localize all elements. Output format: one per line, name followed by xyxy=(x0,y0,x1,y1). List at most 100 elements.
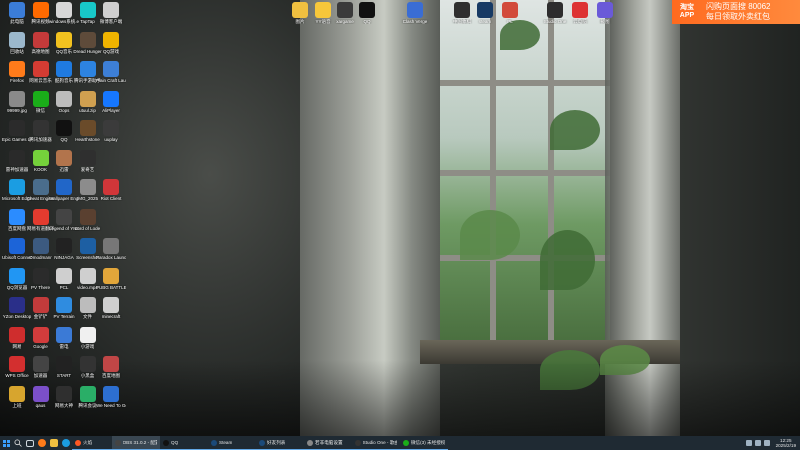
desktop-icon-label: 小游戏 xyxy=(80,343,95,349)
taskbar-app[interactable]: 火焰 xyxy=(72,436,112,450)
taskbar-app[interactable]: 微信(3) 未经授权 xyxy=(400,436,448,450)
desktop-icon[interactable]: minecraft xyxy=(96,297,126,319)
game-icon xyxy=(103,61,119,77)
taskbar-app-label: OBS 31.0.2 - 配置 xyxy=(122,439,157,445)
file-icon xyxy=(79,297,96,313)
taskbar-app-label: 好友列表 xyxy=(267,439,286,445)
desktop-icon-label: QQ xyxy=(363,19,371,24)
app-icon xyxy=(163,439,169,446)
ubisoft-icon xyxy=(9,238,25,254)
taskbar-pin-edge[interactable] xyxy=(60,436,72,450)
desktop-icon[interactable]: 小游戏 xyxy=(73,326,103,349)
desktop-icon-label: Paradox Launcher xyxy=(96,255,126,260)
game-icon xyxy=(79,61,96,77)
desktop-icon[interactable]: Clash Verge xyxy=(400,2,430,24)
app-icon xyxy=(355,439,361,446)
desktop-icon-label: uuplay xyxy=(104,137,118,142)
desktop-icon[interactable]: Paradox Launcher xyxy=(96,238,126,260)
clock-date: 2025/2/19 xyxy=(775,443,796,448)
app-icon xyxy=(103,385,119,402)
desktop-icon-label: Riot Client xyxy=(100,196,122,201)
image-icon xyxy=(79,179,96,195)
app-icon xyxy=(9,385,25,402)
desktop-icon-label: 微博客户端 xyxy=(99,19,123,24)
desktop-icon[interactable]: Lord of Lode xyxy=(73,208,103,231)
taskbar-app[interactable]: 好友列表 xyxy=(256,436,304,450)
epic-icon xyxy=(9,120,25,136)
desktop-icon[interactable]: We Need To Go xyxy=(96,385,126,408)
yy-icon xyxy=(315,2,331,18)
desktop-icon-label: 截图 xyxy=(600,19,610,24)
desktop-icon-label: QQ游戏 xyxy=(102,48,119,54)
kook-icon xyxy=(32,149,49,166)
taskbar: 火焰 OBS 31.0.2 - 配置 QQ Steam 好友列表 若非电脑设置 Studio… xyxy=(0,436,800,450)
taskbar-app[interactable]: Steam xyxy=(208,436,256,450)
zip-icon xyxy=(79,90,96,107)
volume-icon[interactable] xyxy=(763,440,770,446)
desktop-icon[interactable]: AliPlayer xyxy=(96,90,126,113)
desktop-icon[interactable]: 截图 xyxy=(590,2,620,24)
file-icon xyxy=(56,2,72,18)
taskbar-pin-firefox[interactable] xyxy=(36,436,48,450)
game-icon xyxy=(79,208,96,225)
network-icon[interactable] xyxy=(754,440,761,446)
desktop-icon[interactable]: PUBG BATTLEGROUNDS xyxy=(96,267,126,290)
app-icon xyxy=(502,2,518,18)
game-icon xyxy=(32,297,49,313)
riot-icon xyxy=(103,179,119,195)
desktop-icon-label: Plain Craft Launcher xyxy=(96,78,126,83)
taskbar-app[interactable]: Studio One - 歌曲 xyxy=(352,436,400,450)
taskbar-app-label: Studio One - 歌曲 xyxy=(362,439,397,445)
browser-icon xyxy=(9,267,25,284)
tray-chevron-icon[interactable] xyxy=(745,440,752,446)
desktop-icon[interactable]: Riot Client xyxy=(96,179,126,201)
file-icon xyxy=(103,2,119,18)
player-icon xyxy=(103,90,119,107)
game-icon xyxy=(103,120,119,136)
start-button[interactable] xyxy=(0,436,12,450)
taskbar-app[interactable]: OBS 31.0.2 - 配置 xyxy=(112,436,160,450)
taskbar-app-label: Steam xyxy=(219,440,233,445)
desktop-icon[interactable]: uuplay xyxy=(96,120,126,142)
app-icon xyxy=(56,297,72,313)
desktop-icon[interactable]: QQ游戏 xyxy=(96,31,126,54)
taskbar-app[interactable]: QQ xyxy=(160,436,208,450)
desktop-icon[interactable]: 爱奇艺 xyxy=(73,149,103,172)
ad-banner[interactable]: 淘宝 APP 闪购页面搜 80062 每日领取外卖红包 xyxy=(672,0,800,24)
music-icon xyxy=(56,61,72,77)
app-icon xyxy=(403,439,409,446)
folder-icon xyxy=(292,2,308,18)
app-icon xyxy=(56,356,72,372)
music-icon xyxy=(56,31,72,48)
file-icon xyxy=(56,90,72,107)
desktop-icon[interactable]: 微博客户端 xyxy=(96,2,126,24)
wps-icon xyxy=(9,356,25,372)
taskbar-pin-explorer[interactable] xyxy=(48,436,60,450)
desktop-icon-label: PUBG BATTLEGROUNDS xyxy=(96,284,126,290)
app-icon xyxy=(56,385,72,402)
image-icon xyxy=(9,90,25,107)
taskbar-app-label: 微信(3) 未经授权 xyxy=(410,439,445,445)
music-icon xyxy=(32,61,49,77)
file-icon xyxy=(79,267,96,284)
app-icon xyxy=(9,326,25,343)
app-icon xyxy=(32,238,49,254)
firefox-icon xyxy=(38,439,46,447)
desktop-icon[interactable]: 百度地图 xyxy=(96,356,126,378)
cheat-engine-icon xyxy=(32,179,49,195)
app-icon xyxy=(79,356,96,372)
desktop-icon[interactable]: PL xyxy=(495,2,525,24)
tencent-video-icon xyxy=(32,2,49,18)
task-view-button[interactable] xyxy=(24,436,36,450)
app-icon xyxy=(307,439,313,446)
desktop-icon[interactable]: QQ xyxy=(352,2,382,24)
search-button[interactable] xyxy=(12,436,24,450)
app-icon xyxy=(115,439,121,446)
taskbar-app[interactable]: 若非电脑设置 xyxy=(304,436,352,450)
app-icon xyxy=(32,326,49,343)
desktop-icon[interactable]: Plain Craft Launcher xyxy=(96,61,126,83)
app-icon xyxy=(32,356,49,372)
app-icon xyxy=(75,439,81,446)
clock[interactable]: 12:25 2025/2/19 xyxy=(776,438,796,448)
ad-line-1: 闪购页面搜 80062 xyxy=(706,2,771,11)
